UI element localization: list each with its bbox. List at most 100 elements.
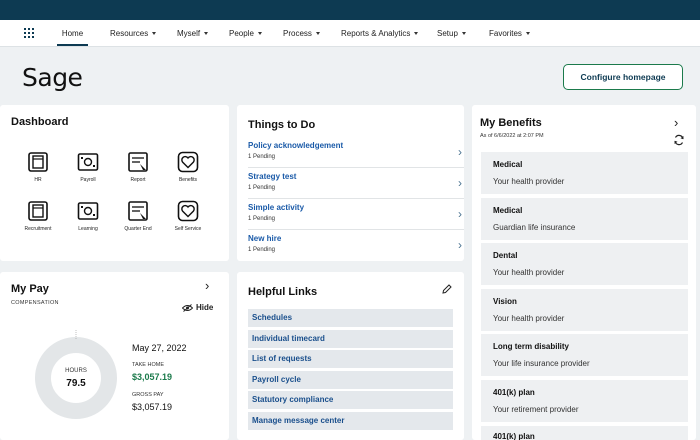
benefit-title: 401(k) plan (493, 388, 535, 397)
nav-label: Process (283, 29, 312, 38)
dashboard-item-label: Quarter End (124, 226, 152, 232)
things-to-do-title: Things to Do (248, 119, 316, 131)
dashboard-item-label: Self Service (174, 226, 202, 232)
benefit-item[interactable]: Vision Your health provider (481, 289, 688, 331)
helpful-link[interactable]: Payroll cycle (248, 371, 453, 389)
chevron-right-icon[interactable]: › (205, 278, 209, 293)
hours-value: 79.5 (66, 378, 86, 389)
nav-people[interactable]: People (229, 20, 262, 46)
todo-item[interactable]: Strategy test 1 Pending › (248, 168, 464, 199)
benefit-title: 401(k) plan (493, 432, 535, 440)
nav-favorites[interactable]: Favorites (489, 20, 530, 46)
nav-label: Reports & Analytics (341, 29, 411, 38)
benefit-item[interactable]: Dental Your health provider (481, 243, 688, 285)
take-home-value: $3,057.19 (132, 372, 173, 382)
chevron-right-icon: › (458, 207, 462, 221)
nav-myself[interactable]: Myself (177, 20, 209, 46)
payroll-icon (77, 153, 99, 171)
benefit-title: Vision (493, 297, 517, 306)
dashboard-item-self-service[interactable]: Self Service (166, 200, 210, 232)
heart-icon (177, 151, 199, 173)
payroll-icon (77, 202, 99, 220)
benefit-item[interactable]: 401(k) plan (481, 426, 688, 440)
todo-item-status: 1 Pending (248, 185, 276, 191)
benefit-provider: Your life insurance provider (493, 359, 590, 368)
dashboard-item-label: Benefits (178, 177, 198, 183)
my-benefits-title: My Benefits (480, 117, 542, 129)
dashboard-item-label: Report (130, 177, 146, 183)
refresh-icon[interactable] (673, 134, 685, 146)
dashboard-item-quarter-end[interactable]: Quarter End (116, 200, 160, 232)
my-pay-title: My Pay (11, 283, 49, 295)
helpful-link[interactable]: List of requests (248, 350, 453, 368)
hours-label: HOURS (65, 368, 87, 374)
compensation-label: COMPENSATION (11, 300, 59, 306)
caret-down-icon (414, 32, 419, 36)
nav-label: Myself (177, 29, 201, 38)
pay-date: May 27, 2022 (132, 343, 187, 353)
chevron-right-icon[interactable]: › (674, 115, 678, 130)
pencil-edit-icon[interactable] (441, 284, 452, 295)
benefit-title: Long term disability (493, 342, 570, 351)
benefit-item[interactable]: Medical Guardian life insurance (481, 198, 688, 240)
todo-item-title: Strategy test (248, 172, 297, 181)
caret-down-icon (525, 32, 530, 36)
nav-resources[interactable]: Resources (110, 20, 157, 46)
todo-item-title: Simple activity (248, 203, 305, 212)
top-bar (0, 0, 700, 20)
report-icon (128, 152, 148, 172)
nav-process[interactable]: Process (283, 20, 320, 46)
dashboard-item-benefits[interactable]: Benefits (166, 151, 210, 183)
dashboard-item-learning[interactable]: Learning (66, 200, 110, 232)
document-icon (28, 152, 48, 172)
app-grid-icon[interactable] (24, 28, 34, 38)
dashboard-item-payroll[interactable]: Payroll (66, 151, 110, 183)
helpful-link[interactable]: Manage message center (248, 412, 453, 430)
dashboard-card: Dashboard HR Payroll Report Benefits Rec… (0, 105, 229, 261)
dashboard-item-label: Payroll (80, 177, 96, 183)
eye-slash-icon (181, 304, 194, 312)
nav-reports-analytics[interactable]: Reports & Analytics (341, 20, 419, 46)
benefit-title: Medical (493, 160, 523, 169)
caret-down-icon (204, 32, 209, 36)
benefit-provider: Your retirement provider (493, 405, 579, 414)
report-icon (128, 201, 148, 221)
dashboard-title: Dashboard (11, 116, 69, 128)
todo-item[interactable]: Simple activity 1 Pending › (248, 199, 464, 230)
nav-home[interactable]: Home (57, 20, 88, 46)
nav-label: Favorites (489, 29, 522, 38)
todo-item-status: 1 Pending (248, 154, 276, 160)
chevron-right-icon: › (458, 238, 462, 252)
dashboard-item-label: HR (34, 177, 42, 183)
gross-pay-label: GROSS PAY (132, 392, 164, 398)
benefit-provider: Your health provider (493, 177, 565, 186)
benefit-item[interactable]: Long term disability Your life insurance… (481, 334, 688, 376)
benefit-title: Medical (493, 206, 523, 215)
nav-label: Setup (437, 29, 458, 38)
take-home-label: TAKE HOME (132, 362, 164, 368)
benefit-title: Dental (493, 251, 518, 260)
hide-label: Hide (196, 303, 214, 312)
dashboard-item-hr[interactable]: HR (16, 151, 60, 183)
helpful-links-title: Helpful Links (248, 286, 318, 298)
todo-item[interactable]: Policy acknowledgement 1 Pending › (248, 137, 464, 168)
benefit-item[interactable]: 401(k) plan Your retirement provider (481, 380, 688, 422)
helpful-link[interactable]: Statutory compliance (248, 391, 453, 409)
document-icon (28, 201, 48, 221)
configure-homepage-button[interactable]: Configure homepage (563, 64, 683, 90)
chevron-right-icon: › (458, 145, 462, 159)
benefits-as-of: As of 6/6/2022 at 2:07 PM (480, 133, 544, 139)
todo-item-status: 1 Pending (248, 247, 276, 253)
helpful-link[interactable]: Schedules (248, 309, 453, 327)
todo-item[interactable]: New hire 1 Pending › (248, 230, 464, 261)
hide-toggle[interactable]: Hide (181, 303, 214, 312)
dashboard-item-report[interactable]: Report (116, 151, 160, 183)
my-pay-card: My Pay COMPENSATION › Hide HOURS 79.5 Ma… (0, 272, 229, 440)
main-nav: Home Resources Myself People Process Rep… (0, 20, 700, 47)
helpful-link[interactable]: Individual timecard (248, 330, 453, 348)
nav-setup[interactable]: Setup (437, 20, 466, 46)
dashboard-item-recruitment[interactable]: Recruitment (16, 200, 60, 232)
nav-label: People (229, 29, 254, 38)
dashboard-item-label: Recruitment (24, 226, 52, 232)
benefit-item[interactable]: Medical Your health provider (481, 152, 688, 194)
